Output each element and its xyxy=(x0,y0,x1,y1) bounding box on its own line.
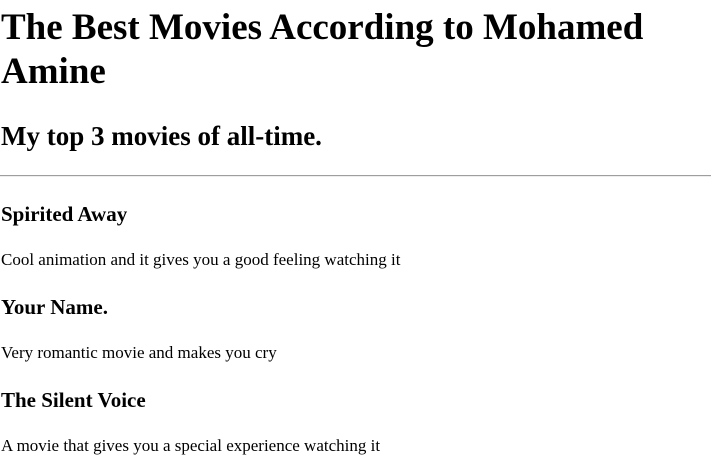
movie-description-your-name: Very romantic movie and makes you cry xyxy=(1,343,277,362)
movie-title-spirited-away: Spirited Away xyxy=(1,202,128,226)
movie-title-your-name: Your Name. xyxy=(1,295,108,319)
movie-description-the-silent-voice: A movie that gives you a special experie… xyxy=(1,436,381,455)
movie-title-the-silent-voice: The Silent Voice xyxy=(1,388,146,412)
page-title: The Best Movies According to Mohamed Ami… xyxy=(1,7,644,92)
page: The Best Movies According to Mohamed Ami… xyxy=(0,0,711,476)
divider xyxy=(0,175,711,177)
movie-description-spirited-away: Cool animation and it gives you a good f… xyxy=(1,250,401,269)
page-subtitle: My top 3 movies of all-time. xyxy=(1,121,322,151)
